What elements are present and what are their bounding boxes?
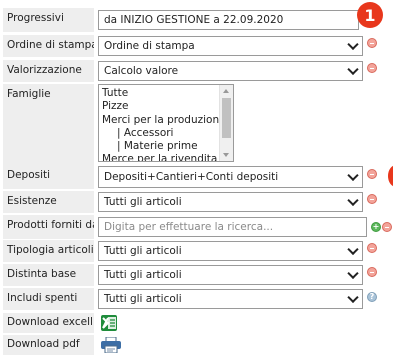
ordine-select[interactable]: Ordine di stampa <box>98 36 363 56</box>
remove-icon[interactable] <box>367 38 377 48</box>
list-item[interactable]: | Accessori <box>99 127 233 140</box>
annotation-badge-edge <box>388 165 393 187</box>
scrollbar[interactable] <box>219 85 233 161</box>
prodotti-search-input[interactable]: Digita per effettuare la ricerca... <box>98 217 367 237</box>
distinta-select[interactable]: Tutti gli articoli <box>98 265 363 285</box>
famiglie-listbox[interactable]: Tutte Pizze Merci per la produzione | Ac… <box>98 84 234 162</box>
depositi-select-value: Depositi+Cantieri+Conti depositi <box>104 171 279 183</box>
row-prodotti-forniti-da: Prodotti forniti da Digita per effettuar… <box>0 215 393 239</box>
list-item[interactable]: Merce per la rivendita <box>99 153 233 161</box>
remove-icon[interactable] <box>382 222 392 232</box>
list-item[interactable]: Tutte <box>99 87 233 100</box>
depositi-label: Depositi <box>3 165 94 189</box>
ordine-label: Ordine di stampa <box>3 35 94 57</box>
row-esistenze: Esistenze Tutti gli articoli <box>0 191 393 213</box>
remove-icon[interactable] <box>367 267 377 277</box>
download-pdf-label: Download pdf <box>3 335 94 355</box>
valorizzazione-label: Valorizzazione <box>3 60 94 82</box>
scroll-down-icon[interactable] <box>223 153 229 157</box>
row-depositi: Depositi Depositi+Cantieri+Conti deposit… <box>0 165 393 189</box>
remove-icon[interactable] <box>367 169 377 179</box>
esistenze-select[interactable]: Tutti gli articoli <box>98 192 363 212</box>
valorizzazione-select[interactable]: Calcolo valore <box>98 61 363 81</box>
includi-label: Includi spenti <box>3 288 94 310</box>
esistenze-select-value: Tutti gli articoli <box>104 196 182 208</box>
famiglie-label: Famiglie <box>3 84 94 165</box>
chevron-down-icon <box>347 243 359 256</box>
chevron-down-icon <box>347 38 359 51</box>
prodotti-label: Prodotti forniti da <box>3 215 94 239</box>
distinta-select-value: Tutti gli articoli <box>104 269 182 281</box>
scrollbar-thumb[interactable] <box>222 98 231 138</box>
distinta-label: Distinta base <box>3 264 94 286</box>
includi-select[interactable]: Tutti gli articoli <box>98 289 363 309</box>
chevron-down-icon <box>347 63 359 76</box>
valorizzazione-select-value: Calcolo valore <box>104 65 179 77</box>
progressivi-field[interactable]: da INIZIO GESTIONE a 22.09.2020 <box>98 10 359 30</box>
tipologia-select[interactable]: Tutti gli articoli <box>98 241 363 261</box>
remove-icon[interactable] <box>367 194 377 204</box>
list-item[interactable]: Pizze <box>99 100 233 113</box>
add-icon[interactable]: + <box>371 222 381 232</box>
prodotti-search-placeholder: Digita per effettuare la ricerca... <box>104 221 274 233</box>
list-item[interactable]: | Materie prime <box>99 140 233 153</box>
chevron-down-icon <box>347 267 359 280</box>
remove-icon[interactable] <box>367 63 377 73</box>
remove-icon[interactable] <box>367 243 377 253</box>
row-distinta-base: Distinta base Tutti gli articoli <box>0 264 393 286</box>
row-download-pdf: Download pdf <box>0 335 393 355</box>
tipologia-select-value: Tutti gli articoli <box>104 245 182 257</box>
excel-icon[interactable] <box>101 315 117 331</box>
annotation-badge-1: 1 <box>357 2 383 28</box>
scroll-up-icon[interactable] <box>223 89 229 93</box>
row-tipologia-articoli: Tipologia articoli Tutti gli articoli <box>0 240 393 262</box>
chevron-down-icon <box>347 169 359 182</box>
printer-icon[interactable] <box>101 336 121 354</box>
download-excel-label: Download excell <box>3 313 94 333</box>
row-download-excel: Download excell <box>0 313 393 333</box>
tipologia-label: Tipologia articoli <box>3 240 94 262</box>
help-icon[interactable]: ? <box>367 292 377 302</box>
esistenze-label: Esistenze <box>3 191 94 213</box>
chevron-down-icon <box>347 194 359 207</box>
row-valorizzazione: Valorizzazione Calcolo valore <box>0 60 393 82</box>
row-ordine-di-stampa: Ordine di stampa Ordine di stampa <box>0 35 393 57</box>
progressivi-label: Progressivi <box>3 8 94 32</box>
list-item[interactable]: Merci per la produzione <box>99 114 233 127</box>
row-progressivi: Progressivi da INIZIO GESTIONE a 22.09.2… <box>0 2 393 32</box>
ordine-select-value: Ordine di stampa <box>104 40 195 52</box>
chevron-down-icon <box>347 291 359 304</box>
row-includi-spenti: Includi spenti Tutti gli articoli ? <box>0 288 393 310</box>
includi-select-value: Tutti gli articoli <box>104 293 182 305</box>
depositi-select[interactable]: Depositi+Cantieri+Conti depositi <box>98 166 363 188</box>
